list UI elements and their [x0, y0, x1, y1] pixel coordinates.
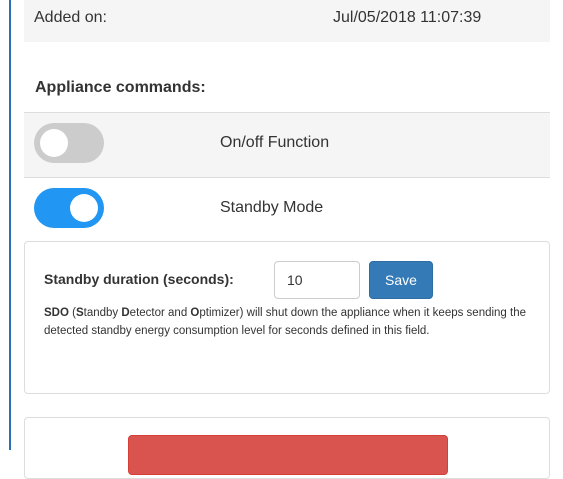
standby-duration-input[interactable] — [274, 261, 360, 299]
left-border-line — [9, 0, 11, 450]
added-on-row: Added on: Jul/05/2018 11:07:39 — [24, 0, 550, 42]
danger-action-panel — [24, 417, 550, 479]
sdo-abbreviation: SDO — [44, 307, 69, 319]
toggle-knob — [70, 194, 98, 222]
help-text-part: etector and — [129, 307, 191, 319]
help-initial-d: D — [121, 307, 130, 319]
toggle-knob — [40, 129, 68, 157]
added-on-label: Added on: — [34, 9, 107, 26]
help-text-part: tandby — [83, 307, 122, 319]
command-row-standby: Standby Mode — [24, 177, 550, 242]
command-row-onoff: On/off Function — [24, 112, 550, 177]
standby-help-text: SDO (Standby Detector and Optimizer) wil… — [44, 304, 534, 340]
help-initial-s: S — [75, 307, 84, 319]
standby-mode-toggle[interactable] — [34, 188, 104, 228]
standby-duration-label: Standby duration (seconds): — [44, 271, 234, 287]
standby-duration-panel: Standby duration (seconds): Save SDO (St… — [24, 241, 550, 394]
onoff-toggle[interactable] — [34, 123, 104, 163]
save-button[interactable]: Save — [369, 261, 433, 299]
standby-mode-label: Standby Mode — [220, 199, 324, 216]
added-on-value: Jul/05/2018 11:07:39 — [333, 9, 482, 26]
appliance-commands-heading: Appliance commands: — [35, 79, 206, 96]
danger-action-button[interactable] — [128, 435, 448, 475]
onoff-function-label: On/off Function — [220, 134, 330, 151]
help-text-part: ( — [68, 307, 76, 319]
